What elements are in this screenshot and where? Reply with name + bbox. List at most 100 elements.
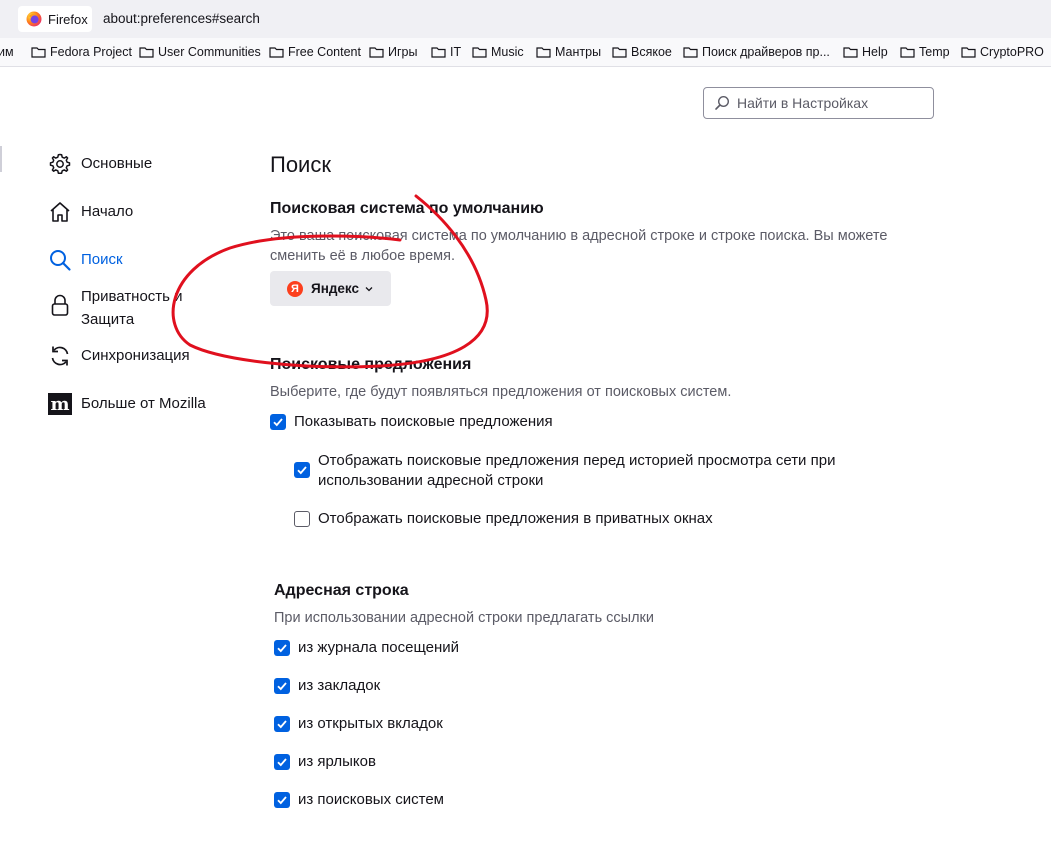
suggestions-heading: Поисковые предложения [270,356,472,373]
check-icon [277,720,287,729]
bookmark-folder[interactable]: Free Content [269,45,361,59]
bookmarks-toolbar: им Fedora Project User Communities Free … [0,38,1051,67]
bookmark-label: Free Content [288,45,361,59]
identity-box[interactable]: Firefox [18,6,92,32]
bookmark-folder[interactable]: Temp [900,45,950,59]
folder-icon [431,47,446,58]
history-checkbox[interactable] [274,640,290,656]
folder-icon [683,47,698,58]
check-icon [277,644,287,653]
home-icon [47,199,72,224]
check-icon [277,796,287,805]
search-engines-label: из поисковых систем [298,791,444,808]
bookmark-label: Temp [919,45,950,59]
show-suggestions-checkbox[interactable] [270,414,286,430]
suggestions-before-history-row[interactable]: Отображать поисковые предложения перед и… [294,451,835,491]
lock-icon [47,292,72,317]
default-engine-heading: Поисковая система по умолчанию [270,200,544,217]
address-bar-option-bookmarks[interactable]: из закладок [274,676,380,696]
suggestions-in-private-checkbox[interactable] [294,511,310,527]
bookmark-label: Поиск драйверов пр... [702,45,830,59]
search-icon [715,95,730,110]
suggestions-before-history-label-line1: Отображать поисковые предложения перед и… [318,452,836,469]
bookmark-label: IT [450,45,462,59]
show-suggestions-label: Показывать поисковые предложения [294,413,553,430]
folder-icon [843,47,858,58]
history-label: из журнала посещений [298,639,460,656]
sidebar-item-label: Приватность и Защита [81,284,183,331]
check-icon [277,682,287,691]
sidebar-item-privacy[interactable]: Приватность и Защита [47,284,183,331]
suggestions-before-history-checkbox[interactable] [294,462,310,478]
folder-icon [31,47,46,58]
bookmark-folder[interactable]: Music [472,45,524,59]
sidebar-edge [0,146,2,172]
bookmark-folder[interactable]: User Communities [139,45,261,59]
check-icon [273,418,283,427]
bookmark-label: Всякое [631,45,672,59]
url-input[interactable]: about:preferences#search [103,11,260,26]
sidebar-item-search[interactable]: Поиск [47,247,123,272]
bookmarks-checkbox[interactable] [274,678,290,694]
folder-icon [961,47,976,58]
sidebar-item-more-from-mozilla[interactable]: m Больше от Mozilla [47,391,206,416]
suggestions-in-private-row[interactable]: Отображать поисковые предложения в прива… [294,509,713,529]
folder-icon [269,47,284,58]
bookmark-label: Мантры [555,45,602,59]
preferences-search-box[interactable] [703,87,934,119]
suggestions-before-history-label: Отображать поисковые предложения перед и… [318,451,835,491]
address-bar-option-shortcuts[interactable]: из ярлыков [274,752,376,772]
bookmark-folder[interactable]: Fedora Project [31,45,132,59]
address-bar-option-search-engines[interactable]: из поисковых систем [274,790,444,810]
default-engine-label: Яндекс [310,281,360,296]
chevron-down-icon [365,286,373,291]
yandex-logo-icon: Я [286,280,303,297]
default-engine-description: Это ваша поисковая система по умолчанию … [270,226,887,266]
check-icon [277,758,287,767]
sidebar-item-label: Начало [81,203,134,220]
open-tabs-label: из открытых вкладок [298,715,443,732]
mozilla-logo-icon: m [47,391,72,416]
folder-icon [612,47,627,58]
search-engines-checkbox[interactable] [274,792,290,808]
open-tabs-checkbox[interactable] [274,716,290,732]
page-title: Поиск [270,152,331,177]
preferences-search-input[interactable] [735,94,919,112]
bookmark-label: Help [862,45,888,59]
sidebar-item-label: Основные [81,155,153,172]
gear-icon [47,151,72,176]
bookmark-folder[interactable]: Всякое [612,45,672,59]
sidebar-item-sync[interactable]: Синхронизация [47,343,190,368]
default-engine-dropdown[interactable]: Я Яндекс [270,271,391,306]
url-bar: Firefox about:preferences#search [0,0,1051,38]
address-bar-option-history[interactable]: из журнала посещений [274,638,459,658]
folder-icon [536,47,551,58]
shortcuts-label: из ярлыков [298,753,376,770]
check-icon [297,466,307,475]
bookmark-folder[interactable]: CryptoPRO [961,45,1044,59]
bookmark-item[interactable]: им [0,45,14,59]
identity-label: Firefox [48,11,88,27]
sidebar-item-label: Поиск [81,251,123,268]
shortcuts-checkbox[interactable] [274,754,290,770]
show-suggestions-checkbox-row[interactable]: Показывать поисковые предложения [270,412,553,432]
sidebar-item-label: Синхронизация [81,347,190,364]
sidebar-item-general[interactable]: Основные [47,151,152,176]
bookmark-label: User Communities [158,45,261,59]
address-bar-heading: Адресная строка [274,582,409,599]
default-engine-description-line2: сменить её в любое время. [270,248,455,264]
folder-icon [139,47,154,58]
folder-icon [472,47,487,58]
bookmark-folder[interactable]: Help [843,45,888,59]
sidebar-item-label-line1: Приватность и [81,288,183,305]
folder-icon [900,47,915,58]
sidebar-item-home[interactable]: Начало [47,199,133,224]
suggestions-description: Выберите, где будут появляться предложен… [270,384,732,400]
bookmark-folder[interactable]: IT [431,45,461,59]
suggestions-in-private-label: Отображать поисковые предложения в прива… [318,510,713,527]
address-bar-option-open-tabs[interactable]: из открытых вкладок [274,714,443,734]
bookmark-folder[interactable]: Мантры [536,45,601,59]
bookmark-folder[interactable]: Поиск драйверов пр... [683,45,830,59]
bookmark-label: им [0,45,14,59]
bookmark-folder[interactable]: Игры [369,45,417,59]
